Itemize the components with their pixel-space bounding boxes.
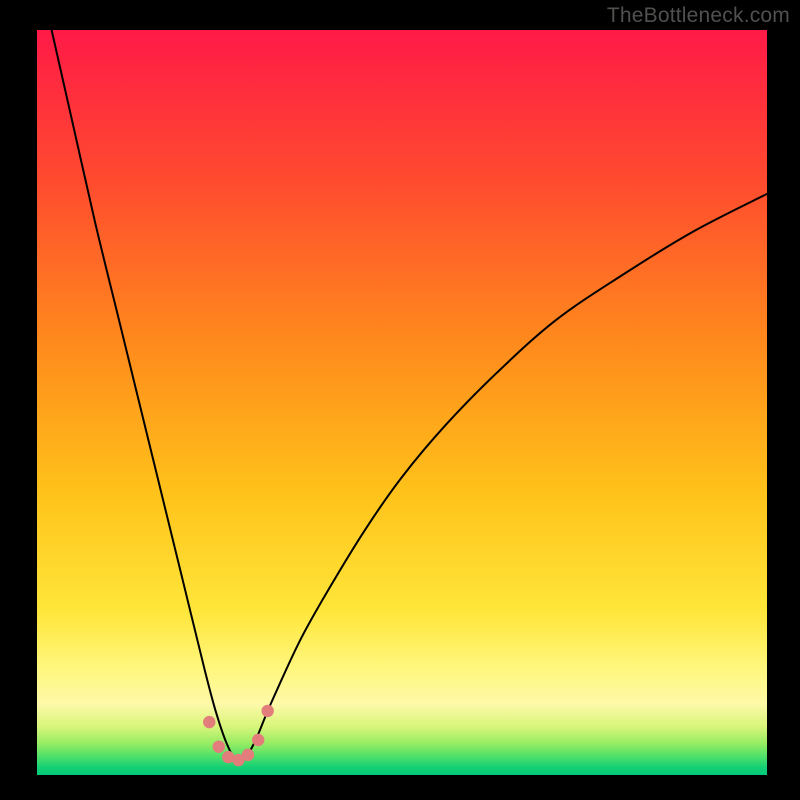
data-marker <box>203 716 215 728</box>
data-marker <box>242 749 254 761</box>
data-marker <box>252 734 264 746</box>
plot-area <box>37 30 767 775</box>
chart-svg <box>37 30 767 775</box>
data-marker <box>213 740 225 752</box>
watermark-label: TheBottleneck.com <box>607 4 790 28</box>
gradient-background <box>37 30 767 775</box>
chart-frame: TheBottleneck.com <box>0 0 800 800</box>
data-marker <box>261 705 273 717</box>
